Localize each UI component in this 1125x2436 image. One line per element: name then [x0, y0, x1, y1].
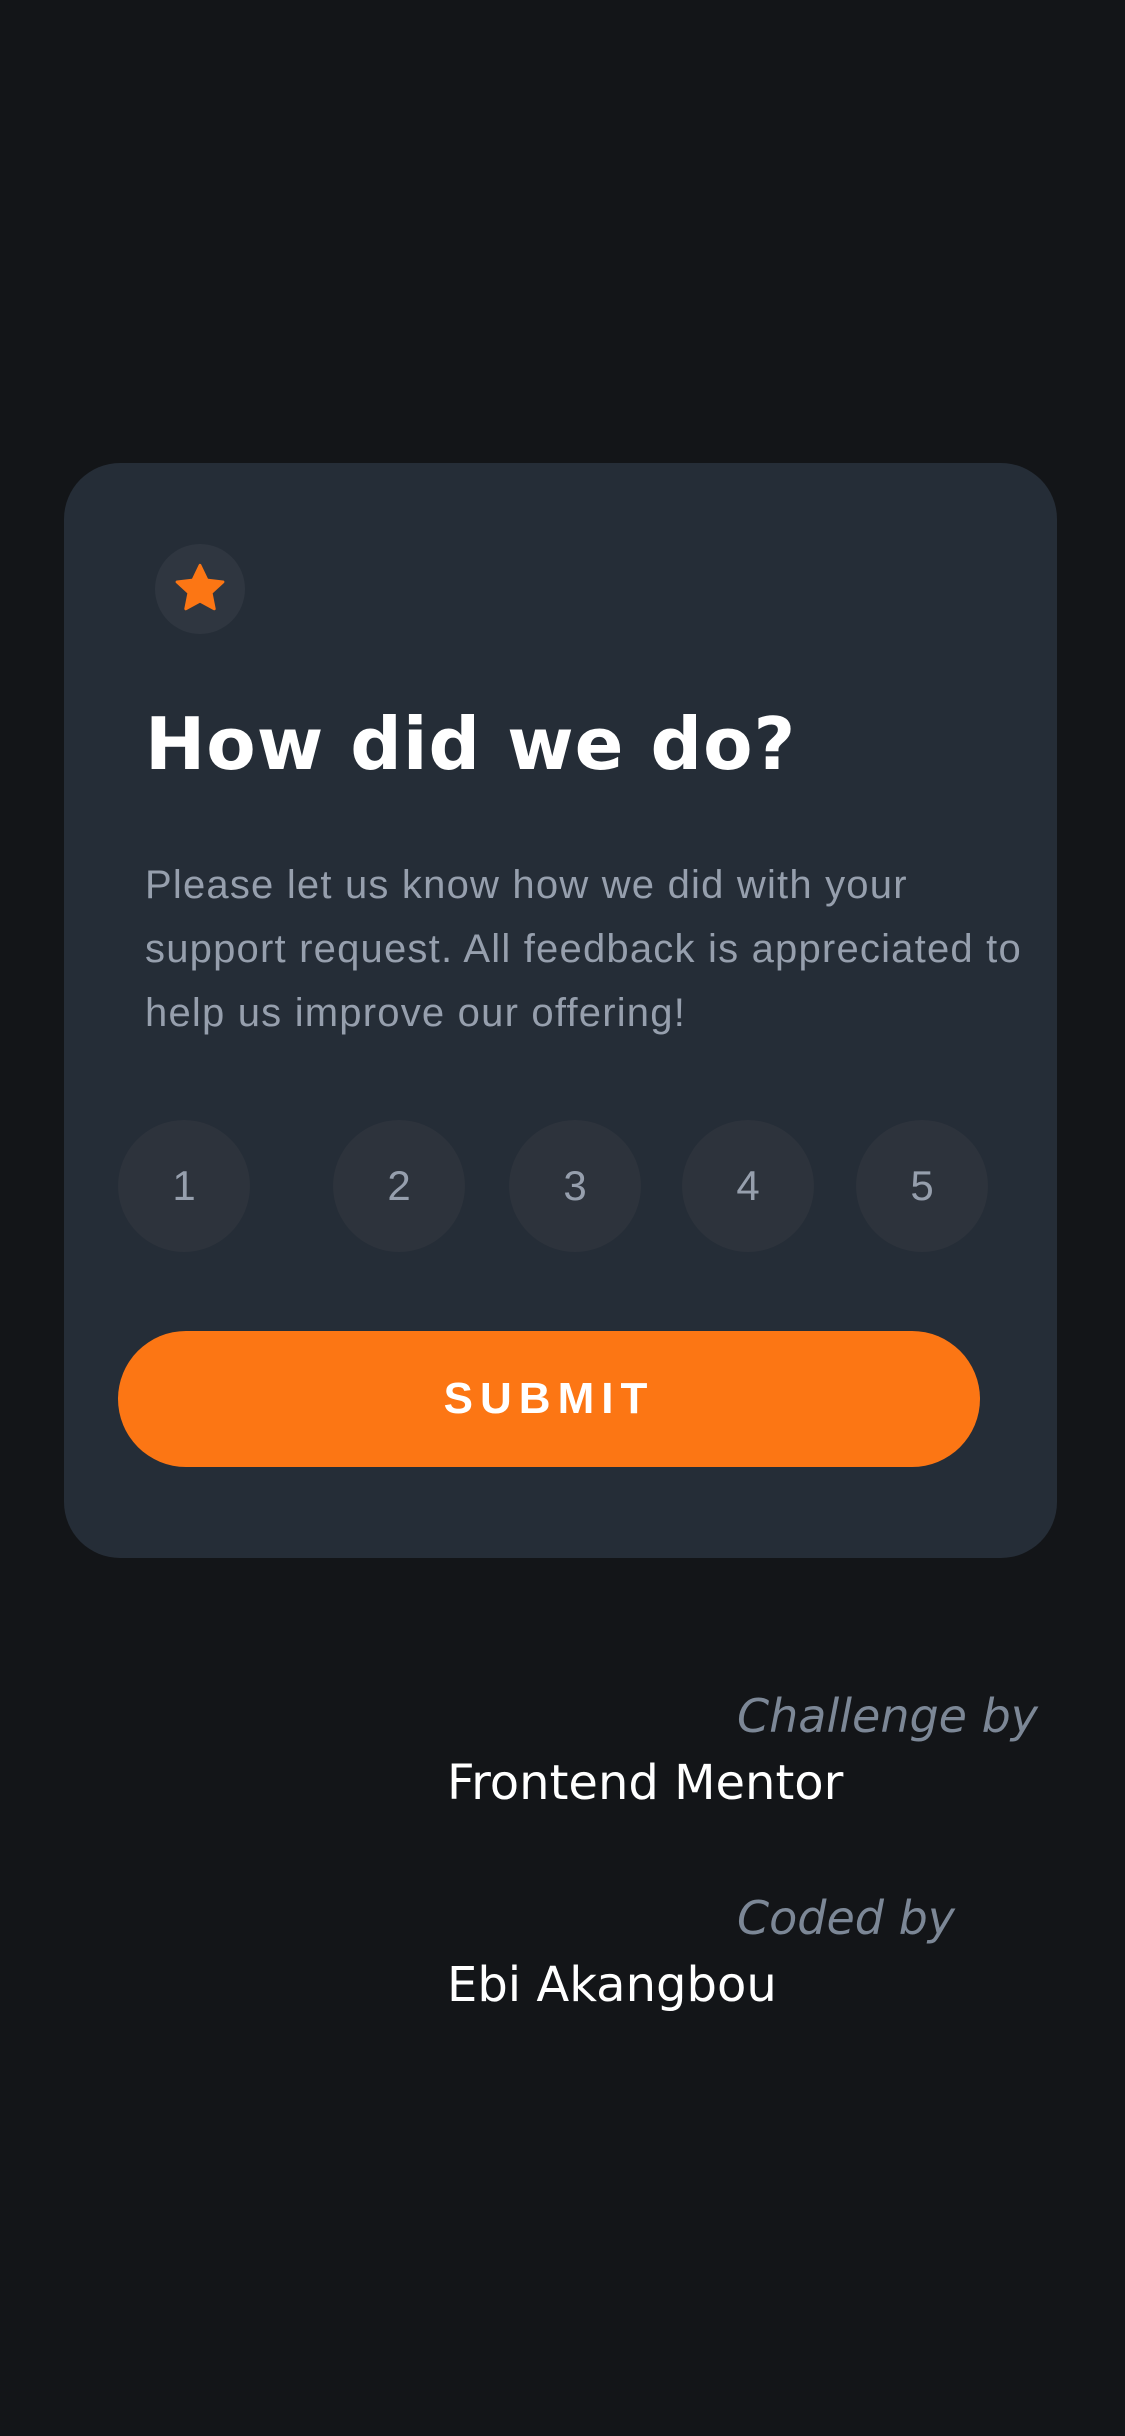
challenge-label: Challenge by: [737, 1689, 1039, 1743]
rating-options: 1 2 3 4 5: [64, 1120, 1057, 1252]
rating-button-2[interactable]: 2: [333, 1120, 465, 1252]
card-title: How did we do?: [145, 702, 797, 786]
star-badge: [155, 544, 245, 634]
rating-button-3[interactable]: 3: [509, 1120, 641, 1252]
coded-by-label: Coded by: [737, 1891, 956, 1945]
author-link[interactable]: Ebi Akangbou: [447, 1961, 777, 2009]
challenge-link[interactable]: Frontend Mentor: [447, 1759, 843, 1807]
star-icon: [175, 563, 225, 611]
page: How did we do? Please let us know how we…: [0, 0, 1125, 2436]
rating-button-5[interactable]: 5: [856, 1120, 988, 1252]
submit-button[interactable]: SUBMIT: [118, 1331, 980, 1467]
rating-button-1[interactable]: 1: [118, 1120, 250, 1252]
rating-card: How did we do? Please let us know how we…: [64, 463, 1057, 1558]
rating-button-4[interactable]: 4: [682, 1120, 814, 1252]
card-description: Please let us know how we did with your …: [145, 863, 1022, 1035]
